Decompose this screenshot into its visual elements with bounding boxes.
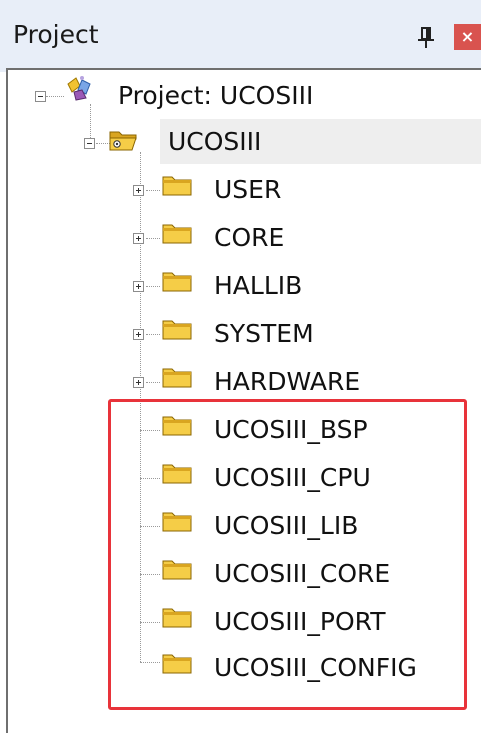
tree-item-label: UCOSIII_LIB [214, 511, 359, 540]
tree-connector [140, 574, 160, 575]
tree-connector [146, 190, 160, 191]
tree-connector [140, 478, 160, 479]
expand-toggle-group[interactable] [84, 138, 95, 149]
folder-icon [162, 224, 192, 244]
pin-icon[interactable] [416, 26, 436, 50]
tree-connector [146, 238, 160, 239]
folder-icon [162, 176, 192, 196]
panel-titlebar: Project × [0, 0, 481, 72]
tree-item-label: HALLIB [214, 271, 303, 300]
tree-connector [140, 622, 160, 623]
expand-toggle-core[interactable] [133, 233, 144, 244]
folder-icon [162, 272, 192, 292]
tree-connector [140, 430, 160, 431]
tree-item-label: USER [214, 175, 282, 204]
tree-item-label: UCOSIII_PORT [214, 607, 386, 636]
tree-connector [140, 662, 160, 663]
project-icon [67, 76, 91, 101]
folder-open-icon [109, 131, 137, 151]
tree-connector [146, 334, 160, 335]
tree-item-label: UCOSIII [168, 127, 262, 156]
folder-icon [162, 320, 192, 340]
tree-connector [146, 382, 160, 383]
project-panel: Project × Project: UCOSIII UCOSIII USER … [0, 0, 481, 733]
tree-item-label: HARDWARE [214, 367, 361, 396]
tree-item-label: UCOSIII_CONFIG [214, 653, 417, 682]
folder-icon [162, 464, 192, 484]
folder-icon [162, 368, 192, 388]
tree-item-label: UCOSIII_CPU [214, 463, 371, 492]
close-icon: × [460, 27, 475, 46]
tree-item-label: SYSTEM [214, 319, 314, 348]
expand-toggle-user[interactable] [133, 185, 144, 196]
folder-icon [162, 512, 192, 532]
tree-item-label: UCOSIII_CORE [214, 559, 391, 588]
tree-connector [46, 96, 64, 97]
folder-icon [162, 416, 192, 436]
folder-icon [162, 608, 192, 628]
close-button[interactable]: × [454, 24, 481, 50]
panel-title: Project [13, 20, 99, 49]
expand-toggle-hardware[interactable] [133, 377, 144, 388]
expand-toggle-hallib[interactable] [133, 281, 144, 292]
tree-item-label: UCOSIII_BSP [214, 415, 368, 444]
tree-connector [140, 152, 141, 662]
expand-toggle-root[interactable] [35, 91, 46, 102]
expand-toggle-system[interactable] [133, 329, 144, 340]
folder-icon [162, 560, 192, 580]
tree-connector [140, 526, 160, 527]
tree-connector [146, 286, 160, 287]
tree-item-label: CORE [214, 223, 285, 252]
tree-item-label: Project: UCOSIII [118, 81, 314, 110]
folder-icon [162, 654, 192, 674]
